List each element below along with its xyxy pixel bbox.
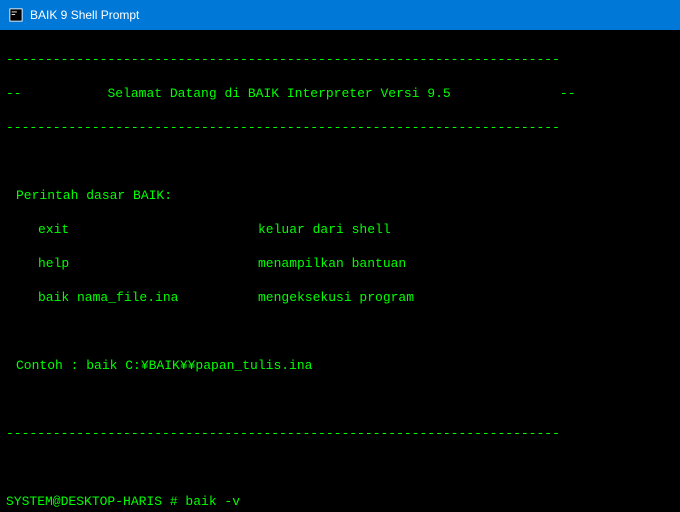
blank-line [6, 391, 674, 408]
window-title: BAIK 9 Shell Prompt [30, 8, 139, 22]
divider-top: ----------------------------------------… [6, 51, 674, 68]
divider-mid1: ----------------------------------------… [6, 119, 674, 136]
welcome-line: -- Selamat Datang di BAIK Interpreter Ve… [6, 85, 674, 102]
help-cmd-row: baik nama_file.inamengeksekusi program [6, 289, 674, 306]
divider-mid2: ----------------------------------------… [6, 425, 674, 442]
welcome-suffix: -- [560, 86, 576, 101]
help-cmd-desc: keluar dari shell [258, 221, 391, 238]
welcome-text: Selamat Datang di BAIK Interpreter Versi… [107, 86, 450, 101]
help-header: Perintah dasar BAIK: [6, 187, 674, 204]
help-cmd: help [38, 255, 258, 272]
help-cmd-row: helpmenampilkan bantuan [6, 255, 674, 272]
blank-line [6, 153, 674, 170]
welcome-prefix: -- [6, 86, 22, 101]
terminal-area[interactable]: ----------------------------------------… [0, 30, 680, 512]
prompt-line-1: SYSTEM@DESKTOP-HARIS # baik -v [6, 493, 674, 510]
help-cmd-row: exitkeluar dari shell [6, 221, 674, 238]
window-titlebar[interactable]: BAIK 9 Shell Prompt [0, 0, 680, 30]
help-example: Contoh : baik C:¥BAIK¥¥papan_tulis.ina [6, 357, 674, 374]
help-cmd-desc: mengeksekusi program [258, 289, 414, 306]
help-cmd: exit [38, 221, 258, 238]
app-icon [8, 7, 24, 23]
blank-line [6, 323, 674, 340]
help-cmd-desc: menampilkan bantuan [258, 255, 406, 272]
help-cmd: baik nama_file.ina [38, 289, 258, 306]
blank-line [6, 459, 674, 476]
